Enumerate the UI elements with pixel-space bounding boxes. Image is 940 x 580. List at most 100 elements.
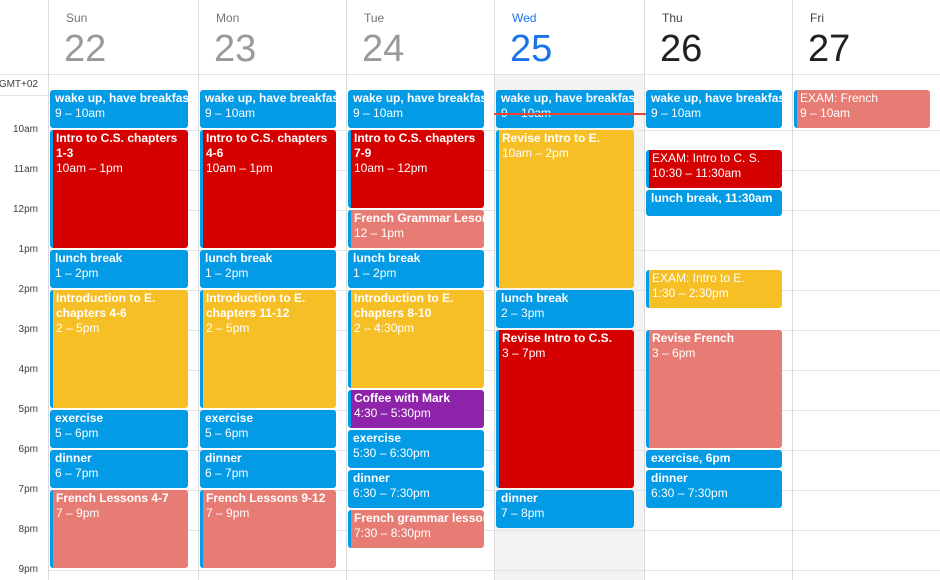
event-title: Intro to C.S. chapters 7-9 bbox=[354, 131, 476, 160]
event-lunch-break[interactable]: lunch break 1 – 2pm bbox=[200, 250, 336, 288]
day-name: Sun bbox=[66, 11, 88, 25]
day-header-mon[interactable]: Mon 23 bbox=[198, 0, 346, 74]
event-title: Revise French bbox=[652, 331, 735, 345]
event-dinner[interactable]: dinner 6 – 7pm bbox=[50, 450, 188, 488]
event-time: 10am – 1pm bbox=[206, 161, 273, 175]
event-wake-up-have-breakfast[interactable]: wake up, have breakfast9 – 10am bbox=[646, 90, 782, 128]
day-date[interactable]: 23 bbox=[214, 28, 256, 71]
event-time: 3 – 6pm bbox=[652, 346, 696, 360]
event-title: Coffee with Mark bbox=[354, 391, 451, 405]
event-dinner[interactable]: dinner 7 – 8pm bbox=[496, 490, 634, 528]
event-coffee-with-mark[interactable]: Coffee with Mark 4:30 – 5:30pm bbox=[348, 390, 484, 428]
event-time: 6:30 – 7:30pm bbox=[353, 486, 430, 500]
event-title: wake up, have breakfast bbox=[353, 91, 484, 105]
event-title: lunch break bbox=[501, 291, 569, 305]
event-exam-intro-to-c-s[interactable]: EXAM: Intro to C. S. 10:30 – 11:30am bbox=[646, 150, 782, 188]
day-date[interactable]: 26 bbox=[660, 28, 702, 71]
event-time: 5:30 – 6:30pm bbox=[353, 446, 430, 460]
event-time: 9 – 10am bbox=[205, 106, 256, 120]
current-time-indicator bbox=[494, 113, 646, 116]
event-exercise[interactable]: exercise 5 – 6pm bbox=[200, 410, 336, 448]
day-header-sun[interactable]: Sun 22 bbox=[48, 0, 198, 74]
hour-label: 11am bbox=[13, 164, 38, 175]
event-time: 2 – 5pm bbox=[206, 321, 250, 335]
event-intro-to-c-s-chapters-1-3[interactable]: Intro to C.S. chapters 1-3 10am – 1pm bbox=[50, 130, 188, 248]
event-lunch-break[interactable]: lunch break 1 – 2pm bbox=[50, 250, 188, 288]
event-title: dinner bbox=[651, 471, 688, 485]
event-revise-intro-to-e[interactable]: Revise Intro to E. 10am – 2pm bbox=[496, 130, 634, 288]
gutter-divider bbox=[0, 95, 48, 96]
day-header-wed[interactable]: Wed 25 bbox=[494, 0, 644, 74]
event-title: EXAM: Intro to E. bbox=[652, 271, 745, 285]
hour-label: 8pm bbox=[18, 524, 38, 535]
event-title: French Grammar Leson 6 bbox=[354, 211, 484, 225]
event-title: Revise Intro to C.S. bbox=[502, 331, 613, 345]
event-time: 1 – 2pm bbox=[353, 266, 397, 280]
event-intro-to-c-s-chapters-4-6[interactable]: Intro to C.S. chapters 4-6 10am – 1pm bbox=[200, 130, 336, 248]
event-time: 10am – 2pm bbox=[502, 146, 569, 160]
event-time: 6:30 – 7:30pm bbox=[651, 486, 728, 500]
event-title: lunch break bbox=[55, 251, 123, 265]
day-name: Thu bbox=[662, 11, 683, 25]
event-title: French grammar lesson 7 bbox=[354, 511, 484, 525]
event-dinner[interactable]: dinner 6:30 – 7:30pm bbox=[646, 470, 782, 508]
event-time: 12 – 1pm bbox=[354, 226, 405, 240]
event-time: 7 – 8pm bbox=[501, 506, 545, 520]
event-time: 1:30 – 2:30pm bbox=[652, 286, 729, 300]
event-title: wake up, have breakfast bbox=[205, 91, 336, 105]
event-title: exercise bbox=[205, 411, 254, 425]
event-dinner[interactable]: dinner 6 – 7pm bbox=[200, 450, 336, 488]
event-title: lunch break, 11:30am bbox=[651, 191, 773, 205]
event-wake-up-have-breakfast[interactable]: wake up, have breakfast9 – 10am bbox=[348, 90, 484, 128]
event-introduction-to-e-chapters-8-10[interactable]: Introduction to E. chapters 8-10 2 – 4:30… bbox=[348, 290, 484, 388]
hour-label: 9pm bbox=[18, 564, 38, 575]
day-header-thu[interactable]: Thu 26 bbox=[644, 0, 792, 74]
hour-label: 7pm bbox=[18, 484, 38, 495]
event-title: dinner bbox=[55, 451, 92, 465]
event-wake-up-have-breakfast[interactable]: wake up, have breakfast9 – 10am bbox=[50, 90, 188, 128]
event-dinner[interactable]: dinner 6:30 – 7:30pm bbox=[348, 470, 484, 508]
event-exercise-6pm[interactable]: exercise, 6pm bbox=[646, 450, 782, 468]
event-french-lessons-4-7[interactable]: French Lessons 4-7 7 – 9pm bbox=[50, 490, 188, 568]
hour-label: 5pm bbox=[18, 404, 38, 415]
day-name: Tue bbox=[364, 11, 385, 25]
event-revise-intro-to-c-s[interactable]: Revise Intro to C.S. 3 – 7pm bbox=[496, 330, 634, 488]
event-time: 5 – 6pm bbox=[55, 426, 99, 440]
day-date[interactable]: 27 bbox=[808, 28, 850, 71]
day-header-fri[interactable]: Fri 27 bbox=[792, 0, 940, 74]
event-title: EXAM: French bbox=[800, 91, 879, 105]
event-intro-to-c-s-chapters-7-9[interactable]: Intro to C.S. chapters 7-9 10am – 12pm bbox=[348, 130, 484, 208]
event-title: exercise bbox=[55, 411, 104, 425]
event-time: 4:30 – 5:30pm bbox=[354, 406, 431, 420]
event-lunch-break-11-30am[interactable]: lunch break, 11:30am bbox=[646, 190, 782, 216]
event-french-lessons-9-12[interactable]: French Lessons 9-12 7 – 9pm bbox=[200, 490, 336, 568]
hour-label: 6pm bbox=[18, 444, 38, 455]
event-title: wake up, have breakfast bbox=[501, 91, 634, 105]
event-french-grammar-lesson-7[interactable]: French grammar lesson 77:30 – 8:30pm bbox=[348, 510, 484, 548]
day-column-fri[interactable] bbox=[792, 74, 940, 580]
day-header-tue[interactable]: Tue 24 bbox=[346, 0, 494, 74]
event-french-grammar-leson-6[interactable]: French Grammar Leson 612 – 1pm bbox=[348, 210, 484, 248]
event-introduction-to-e-chapters-11-12[interactable]: Introduction to E. chapters 11-12 2 – 5pm bbox=[200, 290, 336, 408]
event-wake-up-have-breakfast[interactable]: wake up, have breakfast9 – 10am bbox=[200, 90, 336, 128]
day-date[interactable]: 22 bbox=[64, 28, 106, 71]
event-revise-french[interactable]: Revise French 3 – 6pm bbox=[646, 330, 782, 448]
event-introduction-to-e-chapters-4-6[interactable]: Introduction to E. chapters 4-6 2 – 5pm bbox=[50, 290, 188, 408]
event-time: 7:30 – 8:30pm bbox=[354, 526, 431, 540]
event-title: Introduction to E. chapters 11-12 bbox=[206, 291, 306, 320]
event-exam-french[interactable]: EXAM: French 9 – 10am bbox=[794, 90, 930, 128]
event-title: dinner bbox=[205, 451, 242, 465]
day-date[interactable]: 24 bbox=[362, 28, 404, 71]
event-title: Revise Intro to E. bbox=[502, 131, 601, 145]
event-exam-intro-to-e[interactable]: EXAM: Intro to E. 1:30 – 2:30pm bbox=[646, 270, 782, 308]
day-date[interactable]: 25 bbox=[510, 28, 552, 71]
event-lunch-break[interactable]: lunch break 2 – 3pm bbox=[496, 290, 634, 328]
event-title: wake up, have breakfast bbox=[651, 91, 782, 105]
event-title: lunch break bbox=[205, 251, 273, 265]
event-exercise[interactable]: exercise 5:30 – 6:30pm bbox=[348, 430, 484, 468]
hour-label: 10am bbox=[12, 124, 38, 135]
day-name: Fri bbox=[810, 11, 824, 25]
event-lunch-break[interactable]: lunch break 1 – 2pm bbox=[348, 250, 484, 288]
event-wake-up-have-breakfast[interactable]: wake up, have breakfast9 – 10am bbox=[496, 90, 634, 128]
event-exercise[interactable]: exercise 5 – 6pm bbox=[50, 410, 188, 448]
